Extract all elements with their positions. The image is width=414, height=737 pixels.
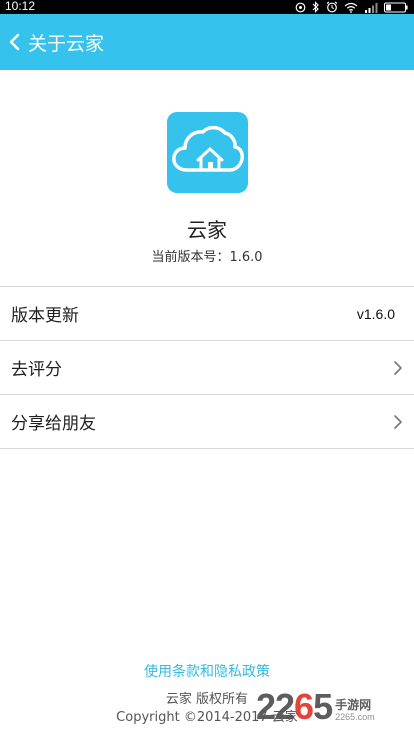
version-value: v1.6.0 <box>356 305 395 322</box>
current-version: 当前版本号：1.6.0 <box>151 250 263 265</box>
status-bar: 10:12 <box>0 0 414 14</box>
bluetooth-icon <box>312 1 319 13</box>
status-time: 10:12 <box>5 0 36 13</box>
battery-icon <box>384 2 408 12</box>
terms-privacy-link[interactable]: 使用条款和隐私政策 <box>0 661 414 681</box>
share-item[interactable]: 分享给朋友 <box>0 395 414 449</box>
app-bar: 关于云家 <box>0 14 414 70</box>
app-name: 云家 <box>187 218 227 242</box>
version-update-item[interactable]: 版本更新 v1.6.0 <box>0 287 414 341</box>
signal-icon <box>365 2 378 13</box>
share-label: 分享给朋友 <box>11 414 96 434</box>
cloud-house-icon <box>172 125 244 172</box>
chevron-right-icon <box>394 360 402 375</box>
page-title: 关于云家 <box>28 32 105 55</box>
chevron-left-icon <box>9 33 20 51</box>
watermark-domain: 2265.com <box>335 712 375 722</box>
alarm-clock-icon <box>326 1 338 13</box>
watermark-logo: 2265 手游网 2265.com <box>256 683 412 727</box>
back-button[interactable]: 关于云家 <box>4 24 124 60</box>
version-update-label: 版本更新 <box>11 306 79 326</box>
rate-app-item[interactable]: 去评分 <box>0 341 414 395</box>
settings-list: 版本更新 v1.6.0 去评分 分享给朋友 <box>0 286 414 449</box>
chevron-right-icon <box>394 414 402 429</box>
watermark-number: 2265 <box>256 686 333 727</box>
alarm-circle-icon <box>295 2 306 12</box>
watermark-subtitle: 手游网 <box>335 698 372 712</box>
wifi-icon <box>344 2 358 13</box>
rate-app-label: 去评分 <box>11 360 62 380</box>
status-icons <box>295 1 408 13</box>
app-logo <box>167 112 248 193</box>
